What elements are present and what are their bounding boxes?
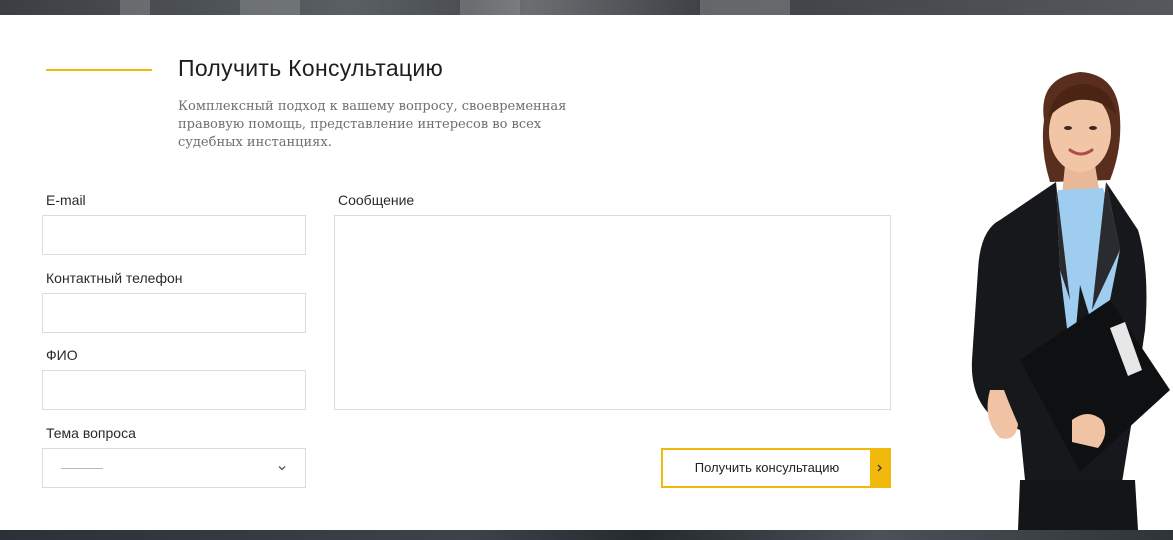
chevron-down-icon	[278, 466, 286, 471]
topic-label: Тема вопроса	[46, 425, 136, 441]
phone-field[interactable]	[42, 293, 306, 333]
top-banner-strip	[0, 0, 1173, 15]
consultant-photo	[971, 72, 1170, 530]
message-label: Сообщение	[338, 192, 415, 208]
bottom-banner-strip	[0, 530, 1173, 540]
page-subtitle: Комплексный подход к вашему вопросу, сво…	[178, 99, 567, 150]
title-accent-line	[46, 69, 152, 71]
submit-button-label: Получить консультацию	[694, 460, 840, 475]
name-label: ФИО	[46, 347, 78, 363]
topic-placeholder-dash	[61, 468, 103, 469]
topic-select[interactable]	[42, 448, 306, 488]
chevron-right-icon	[877, 464, 882, 472]
email-label: E-mail	[46, 192, 86, 208]
submit-button[interactable]: Получить консультацию	[661, 448, 891, 488]
name-field[interactable]	[42, 370, 306, 410]
message-field[interactable]	[334, 215, 891, 410]
phone-label: Контактный телефон	[46, 270, 183, 286]
email-field[interactable]	[42, 215, 306, 255]
submit-arrow-block	[870, 450, 889, 486]
page-title: Получить Консультацию	[178, 55, 444, 81]
